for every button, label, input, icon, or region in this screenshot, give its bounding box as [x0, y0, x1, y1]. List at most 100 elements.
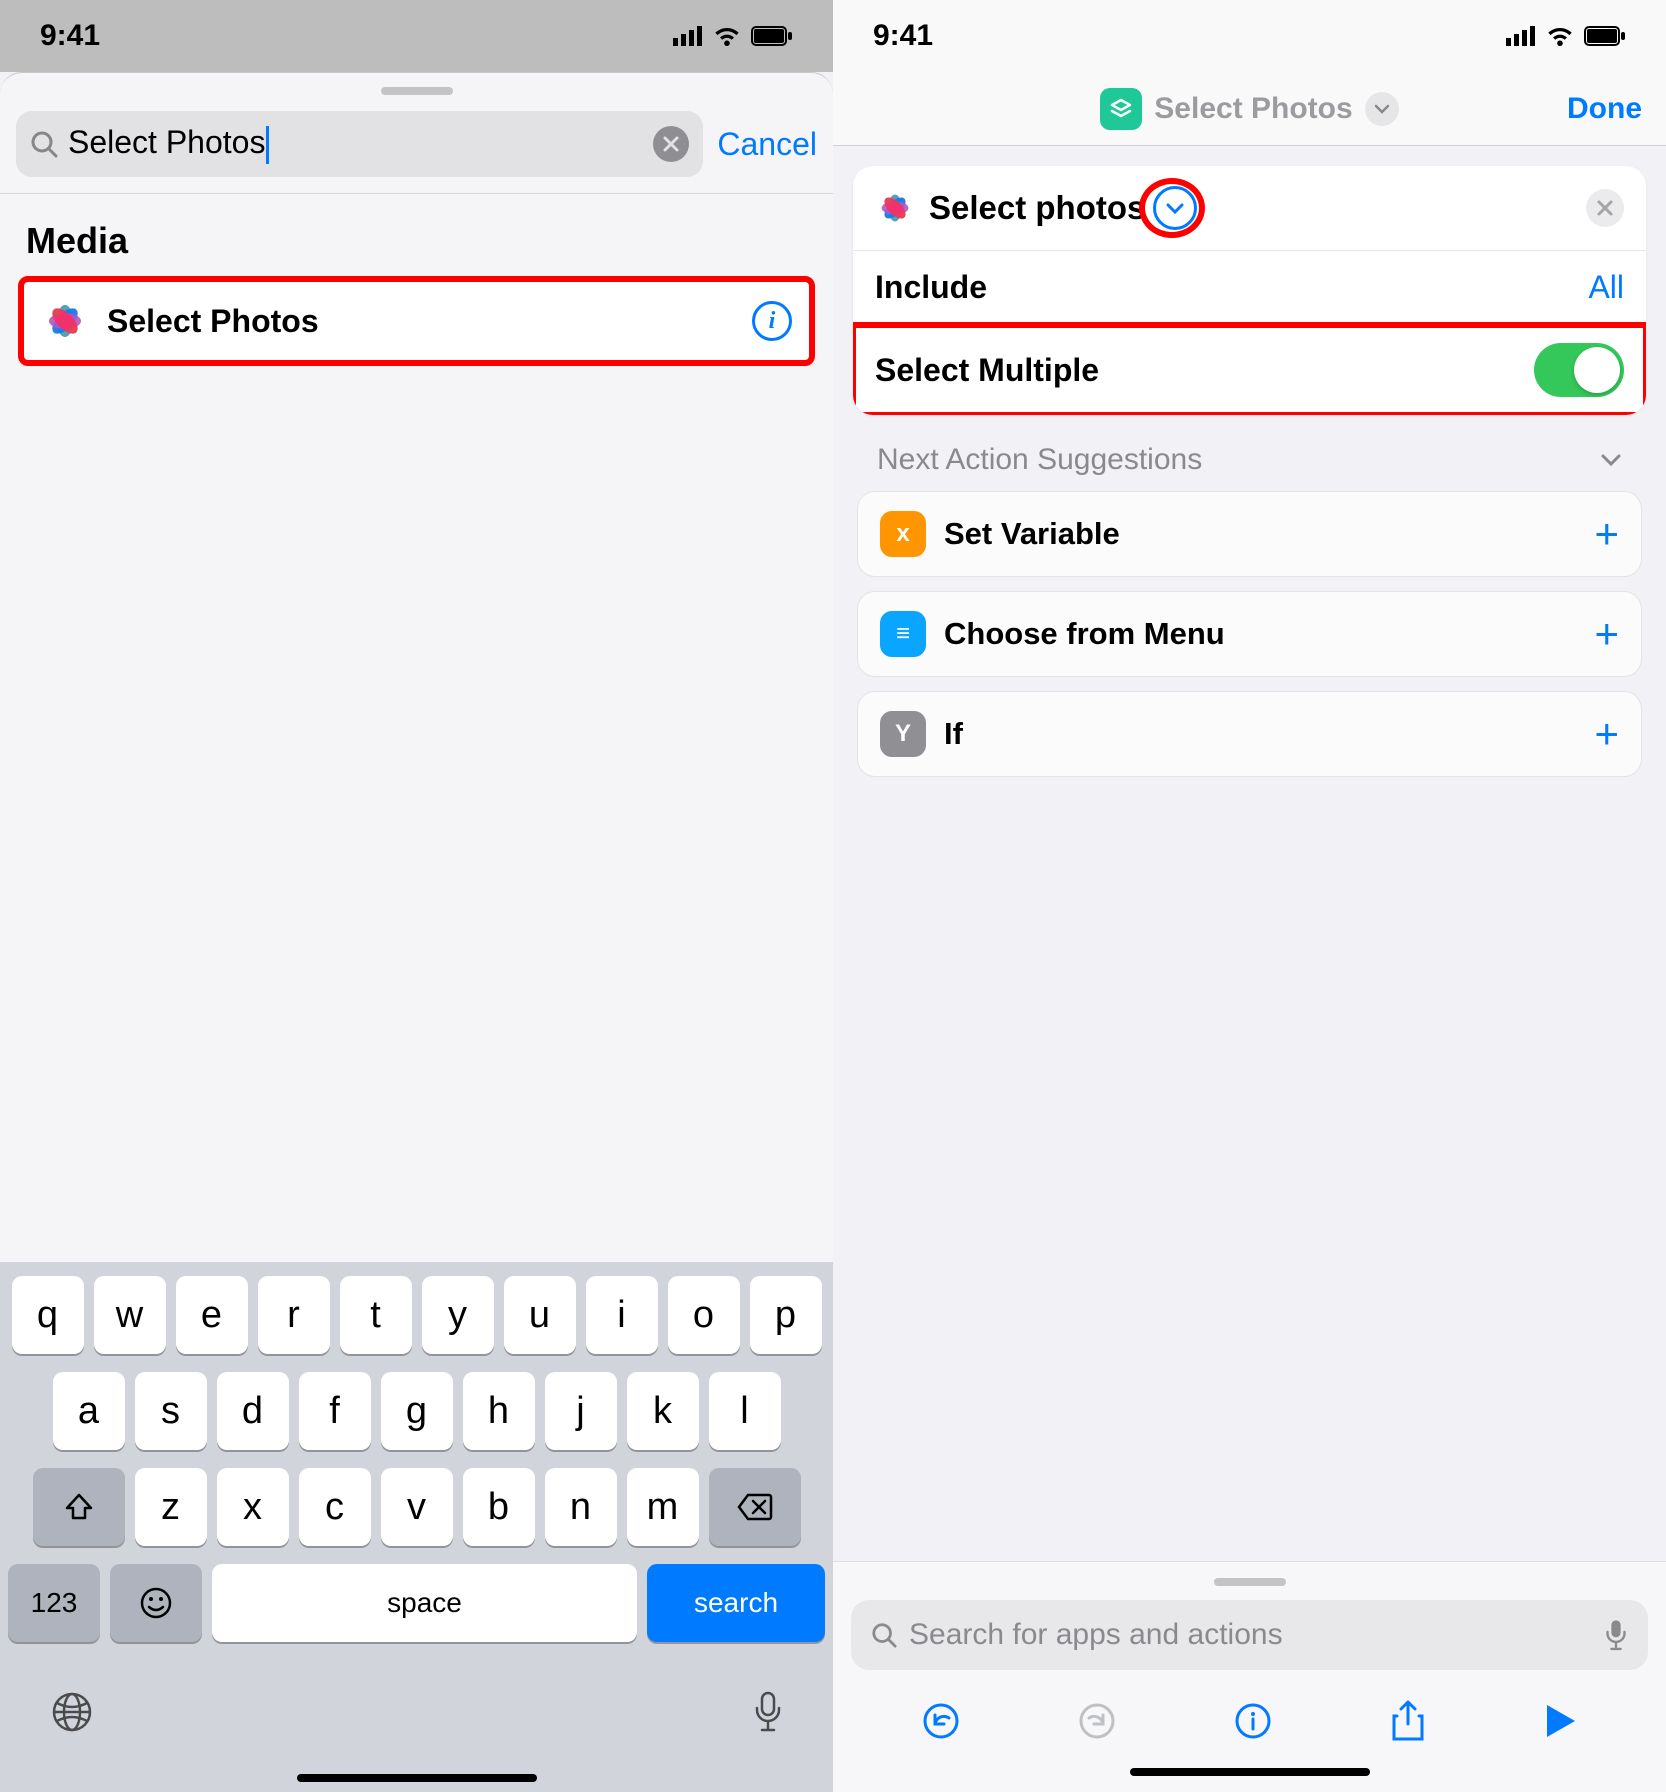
dictation-icon[interactable]: [753, 1690, 783, 1734]
key-g[interactable]: g: [381, 1372, 453, 1450]
search-screen: 9:41 Select Photos Cancel Media: [0, 0, 833, 1792]
suggestion-if[interactable]: Y If +: [857, 691, 1642, 777]
key-a[interactable]: a: [53, 1372, 125, 1450]
undo-button[interactable]: [922, 1702, 960, 1740]
suggestions-title: Next Action Suggestions: [877, 443, 1202, 477]
search-placeholder: Search for apps and actions: [909, 1618, 1283, 1652]
key-h[interactable]: h: [463, 1372, 535, 1450]
search-input[interactable]: Select Photos: [16, 111, 703, 177]
emoji-key[interactable]: [110, 1564, 202, 1642]
globe-icon[interactable]: [50, 1690, 94, 1734]
battery-icon: [1584, 26, 1626, 46]
add-suggestion-button[interactable]: +: [1594, 710, 1619, 758]
key-q[interactable]: q: [12, 1276, 84, 1354]
suggestion-icon: x: [880, 511, 926, 557]
suggestion-choose-from-menu[interactable]: ≡ Choose from Menu +: [857, 591, 1642, 677]
key-f[interactable]: f: [299, 1372, 371, 1450]
share-button[interactable]: [1391, 1700, 1425, 1742]
key-e[interactable]: e: [176, 1276, 248, 1354]
cancel-button[interactable]: Cancel: [717, 126, 817, 163]
action-card-select-photos: Select photos Include All Select Multipl…: [853, 166, 1646, 415]
key-w[interactable]: w: [94, 1276, 166, 1354]
backspace-key[interactable]: [709, 1468, 801, 1546]
wifi-icon: [713, 26, 741, 46]
select-multiple-row: Select Multiple: [853, 325, 1646, 415]
cellular-icon: [1506, 26, 1536, 46]
expand-button[interactable]: [1153, 186, 1197, 230]
close-action-button[interactable]: [1586, 189, 1624, 227]
sheet-grabber[interactable]: [1214, 1578, 1286, 1586]
suggestion-label: Choose from Menu: [944, 616, 1576, 652]
home-indicator[interactable]: [297, 1774, 537, 1782]
bottom-sheet: Search for apps and actions: [833, 1561, 1666, 1792]
shortcut-icon: [1100, 88, 1142, 130]
key-y[interactable]: y: [422, 1276, 494, 1354]
photos-app-icon: [41, 297, 89, 345]
section-title-media: Media: [0, 194, 833, 280]
suggestion-label: Set Variable: [944, 516, 1576, 552]
info-button[interactable]: i: [752, 301, 792, 341]
key-p[interactable]: p: [750, 1276, 822, 1354]
editor-screen: 9:41 Select Photos Done Select photos: [833, 0, 1666, 1792]
highlight-box: Select Multiple: [853, 325, 1646, 415]
kb-row-2: asdfghjkl: [8, 1372, 825, 1450]
run-button[interactable]: [1543, 1702, 1577, 1740]
sheet-grabber[interactable]: [381, 87, 453, 95]
key-s[interactable]: s: [135, 1372, 207, 1450]
key-c[interactable]: c: [299, 1468, 371, 1546]
redo-button[interactable]: [1078, 1702, 1116, 1740]
shift-key[interactable]: [33, 1468, 125, 1546]
key-v[interactable]: v: [381, 1468, 453, 1546]
search-icon: [30, 130, 58, 158]
status-time: 9:41: [873, 19, 933, 53]
suggestion-label: If: [944, 716, 1576, 752]
search-sheet: Select Photos Cancel Media Select Ph: [0, 72, 833, 1792]
key-z[interactable]: z: [135, 1468, 207, 1546]
clear-button[interactable]: [653, 126, 689, 162]
status-indicators: [673, 26, 793, 46]
done-button[interactable]: Done: [1552, 92, 1642, 126]
key-i[interactable]: i: [586, 1276, 658, 1354]
key-n[interactable]: n: [545, 1468, 617, 1546]
key-b[interactable]: b: [463, 1468, 535, 1546]
nav-title-group[interactable]: Select Photos: [947, 88, 1552, 130]
key-d[interactable]: d: [217, 1372, 289, 1450]
toolbar: [833, 1690, 1666, 1768]
suggestions-list: x Set Variable +≡ Choose from Menu +Y If…: [853, 491, 1646, 777]
suggestions-header[interactable]: Next Action Suggestions: [853, 415, 1646, 491]
key-m[interactable]: m: [627, 1468, 699, 1546]
chevron-down-icon[interactable]: [1365, 92, 1399, 126]
dictation-icon[interactable]: [1604, 1618, 1628, 1652]
search-icon: [871, 1622, 897, 1648]
key-x[interactable]: x: [217, 1468, 289, 1546]
info-button[interactable]: [1234, 1702, 1272, 1740]
numbers-key[interactable]: 123: [8, 1564, 100, 1642]
search-text: Select Photos: [68, 124, 653, 164]
result-label: Select Photos: [107, 303, 734, 340]
key-t[interactable]: t: [340, 1276, 412, 1354]
select-photos-result[interactable]: Select Photos i: [22, 280, 811, 362]
key-o[interactable]: o: [668, 1276, 740, 1354]
include-row[interactable]: Include All: [853, 251, 1646, 325]
include-value: All: [1588, 269, 1624, 306]
key-u[interactable]: u: [504, 1276, 576, 1354]
cellular-icon: [673, 26, 703, 46]
status-time: 9:41: [40, 19, 100, 53]
kb-bottom-row: [8, 1660, 825, 1774]
action-search-input[interactable]: Search for apps and actions: [851, 1600, 1648, 1670]
space-key[interactable]: space: [212, 1564, 637, 1642]
card-title: Select photos: [929, 189, 1145, 227]
key-r[interactable]: r: [258, 1276, 330, 1354]
suggestion-icon: ≡: [880, 611, 926, 657]
search-key[interactable]: search: [647, 1564, 825, 1642]
nav-bar: Select Photos Done: [833, 72, 1666, 146]
home-indicator[interactable]: [1130, 1768, 1370, 1776]
key-j[interactable]: j: [545, 1372, 617, 1450]
select-multiple-toggle[interactable]: [1534, 343, 1624, 397]
suggestion-icon: Y: [880, 711, 926, 757]
add-suggestion-button[interactable]: +: [1594, 510, 1619, 558]
add-suggestion-button[interactable]: +: [1594, 610, 1619, 658]
suggestion-set-variable[interactable]: x Set Variable +: [857, 491, 1642, 577]
key-l[interactable]: l: [709, 1372, 781, 1450]
key-k[interactable]: k: [627, 1372, 699, 1450]
